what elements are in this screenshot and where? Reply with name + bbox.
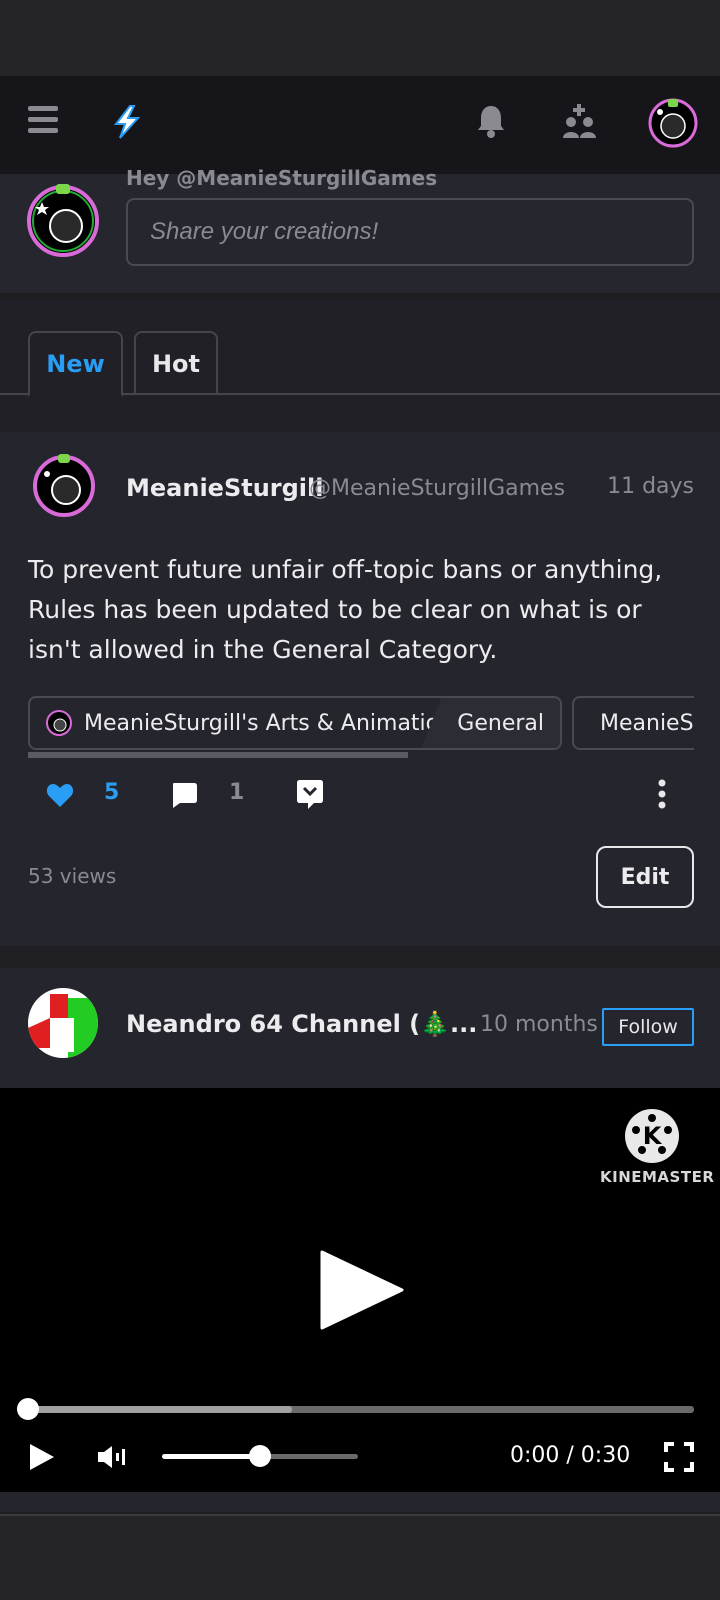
share-icon[interactable] <box>296 778 324 810</box>
volume-icon[interactable] <box>96 1444 128 1470</box>
add-friend-icon[interactable] <box>562 104 598 138</box>
play-large-icon[interactable] <box>320 1248 404 1332</box>
post-composer: Hey @MeanieSturgillGames Share your crea… <box>0 166 720 296</box>
svg-text:K: K <box>643 1122 663 1150</box>
timecode: 0:00 / 0:30 <box>510 1443 631 1468</box>
view-count: 53 views <box>28 864 117 888</box>
comment-icon[interactable] <box>170 781 198 809</box>
heart-icon[interactable] <box>46 782 74 808</box>
comment-count: 1 <box>229 780 245 805</box>
post-time: 10 months <box>480 1012 598 1037</box>
post-body: To prevent future unfair off-topic bans … <box>28 555 663 664</box>
status-bar <box>0 0 720 76</box>
community-chip[interactable]: MeanieSturgill's Arts & Animations Gener… <box>28 696 562 750</box>
watermark-text: KINEMASTER <box>600 1168 715 1186</box>
composer-avatar <box>27 184 99 257</box>
volume-handle[interactable] <box>249 1445 271 1467</box>
volume-level <box>162 1454 260 1459</box>
greeting-text: Hey @MeanieSturgillGames <box>126 166 438 190</box>
video-player[interactable]: K KINEMASTER 0:00 / 0:30 <box>0 1088 720 1492</box>
category-label[interactable]: General <box>421 698 560 748</box>
follow-button[interactable]: Follow <box>602 1008 694 1046</box>
author-avatar[interactable] <box>32 454 96 518</box>
lightning-logo-icon[interactable] <box>110 104 144 140</box>
seek-handle[interactable] <box>17 1398 39 1420</box>
post-time: 11 days <box>607 474 694 499</box>
system-navigation-bar <box>0 1514 720 1600</box>
notification-bell-icon[interactable] <box>476 104 506 138</box>
chips-scrollbar[interactable] <box>28 752 408 758</box>
user-avatar[interactable] <box>648 98 698 148</box>
author-avatar[interactable] <box>28 988 98 1058</box>
play-icon[interactable] <box>28 1442 56 1472</box>
author-handle[interactable]: @MeanieSturgillGames <box>309 476 565 501</box>
community-name: MeanieSturgill's Arts & Animations <box>84 710 465 736</box>
community-name: MeanieSturgill's Arts & Animations <box>600 710 694 736</box>
community-chips: MeanieSturgill's Arts & Animations Gener… <box>28 696 694 752</box>
tab-hot[interactable]: Hot <box>134 331 218 395</box>
share-input[interactable]: Share your creations! <box>126 198 694 266</box>
author-name[interactable]: Neandro 64 Channel (🎄... <box>126 1010 477 1038</box>
fullscreen-icon[interactable] <box>664 1442 694 1472</box>
post-separator <box>0 946 720 968</box>
post-footer <box>0 1492 720 1512</box>
more-options-icon[interactable] <box>656 778 668 810</box>
kinemaster-logo-icon: K <box>625 1109 679 1163</box>
tab-new[interactable]: New <box>28 331 123 397</box>
post-card: MeanieSturgill @MeanieSturgillGames 11 d… <box>0 432 720 946</box>
top-navigation-bar <box>0 76 720 174</box>
buffer-bar <box>28 1406 292 1413</box>
community-chip[interactable]: MeanieSturgill's Arts & Animations <box>572 696 694 750</box>
hamburger-menu-icon[interactable] <box>28 106 58 136</box>
edit-button[interactable]: Edit <box>596 846 694 908</box>
author-name[interactable]: MeanieSturgill <box>126 474 323 502</box>
community-icon <box>46 710 72 736</box>
like-count: 5 <box>104 780 120 805</box>
